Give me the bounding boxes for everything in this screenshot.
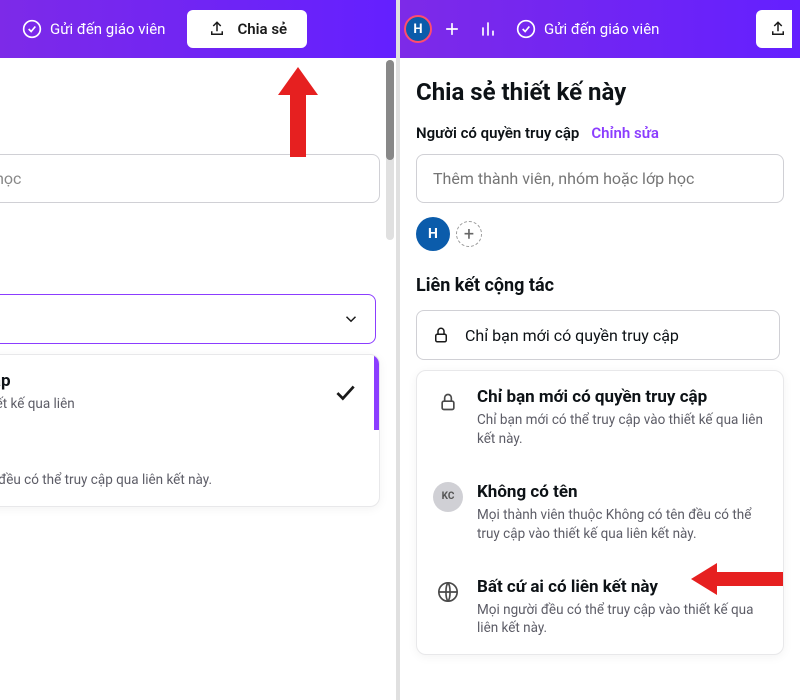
access-row: Người có quyền truy cập Chỉnh sửa — [416, 124, 784, 142]
share-label: Chia sẻ — [237, 20, 287, 38]
share-upload-icon — [207, 19, 227, 39]
lock-icon — [433, 387, 463, 417]
send-teacher-label: Gửi đến giáo viên — [544, 20, 659, 38]
send-teacher-label: Gửi đến giáo viên — [50, 20, 165, 38]
link-permission-dropdown: ới có quyền truy cập i có thể truy cập v… — [0, 354, 380, 507]
option-desc: Chỉ bạn mới có thể truy cập vào thiết kế… — [477, 411, 767, 449]
member-avatar[interactable]: H — [416, 217, 450, 251]
annotation-arrow-up — [278, 67, 318, 157]
access-label: Người có quyền truy cập — [416, 124, 579, 142]
add-people-input[interactable] — [416, 154, 784, 203]
add-member-button[interactable]: + — [456, 221, 482, 247]
app-header-left: Gửi đến giáo viên Chia sẻ — [0, 0, 396, 58]
team-badge-icon: KC — [433, 482, 463, 512]
annotation-arrow-left — [691, 563, 784, 595]
check-circle-icon — [516, 19, 536, 39]
link-permission-dropdown: Chỉ bạn mới có quyền truy cập Chỉ bạn mớ… — [416, 370, 784, 655]
share-button[interactable]: Chia sẻ — [187, 10, 307, 48]
panel-title: t kế này — [0, 78, 380, 106]
select-label: Chỉ bạn mới có quyền truy cập — [465, 326, 679, 345]
link-permission-select[interactable]: ới có quyền truy cập — [0, 294, 376, 344]
globe-icon — [433, 577, 463, 607]
permission-option-only-you[interactable]: ới có quyền truy cập i có thể truy cập v… — [0, 355, 379, 430]
share-button-cut[interactable] — [756, 10, 792, 48]
add-people-input[interactable] — [0, 154, 380, 203]
option-title: Không có tên — [477, 482, 767, 502]
option-desc: iên thuộc Không có tên đều có thể truy c… — [0, 471, 363, 490]
chevron-down-icon — [341, 309, 361, 329]
option-title: tên — [0, 447, 363, 467]
send-teacher-button[interactable]: Gửi đến giáo viên — [506, 11, 669, 47]
access-permission-link[interactable]: Chỉnh sửa — [591, 124, 659, 142]
option-title: Chỉ bạn mới có quyền truy cập — [477, 387, 767, 407]
collab-link-heading: c — [0, 259, 380, 280]
check-icon — [332, 379, 358, 409]
app-header-right: H Gửi đến giáo viên — [400, 0, 800, 58]
option-desc: Mọi thành viên thuộc Không có tên đều có… — [477, 506, 767, 544]
panel-title: Chia sẻ thiết kế này — [416, 78, 784, 106]
permission-option-only-you[interactable]: Chỉ bạn mới có quyền truy cập Chỉ bạn mớ… — [417, 371, 783, 465]
add-user-button[interactable] — [440, 17, 464, 41]
option-desc: Mọi người đều có thể truy cập vào thiết … — [477, 601, 767, 639]
check-circle-icon — [22, 19, 42, 39]
access-row: n truy cập Chỉnh sửa — [0, 124, 380, 142]
send-teacher-button[interactable]: Gửi đến giáo viên — [8, 11, 179, 47]
analytics-icon[interactable] — [478, 19, 498, 39]
user-avatar[interactable]: H — [404, 15, 432, 43]
option-desc: i có thể truy cập vào thiết kế qua liên — [0, 395, 358, 414]
link-permission-select[interactable]: Chỉ bạn mới có quyền truy cập — [416, 310, 780, 360]
share-upload-icon — [768, 19, 788, 39]
collab-link-heading: Liên kết cộng tác — [416, 275, 784, 296]
lock-icon — [431, 325, 451, 345]
permission-option-anyone-link[interactable]: Bất cứ ai có liên kết này Mọi người đều … — [417, 560, 783, 655]
permission-option-no-name[interactable]: tên iên thuộc Không có tên đều có thể tr… — [0, 430, 379, 506]
option-title: ới có quyền truy cập — [0, 371, 358, 391]
permission-option-no-name[interactable]: KC Không có tên Mọi thành viên thuộc Khô… — [417, 465, 783, 560]
member-avatars: H + — [416, 217, 784, 251]
